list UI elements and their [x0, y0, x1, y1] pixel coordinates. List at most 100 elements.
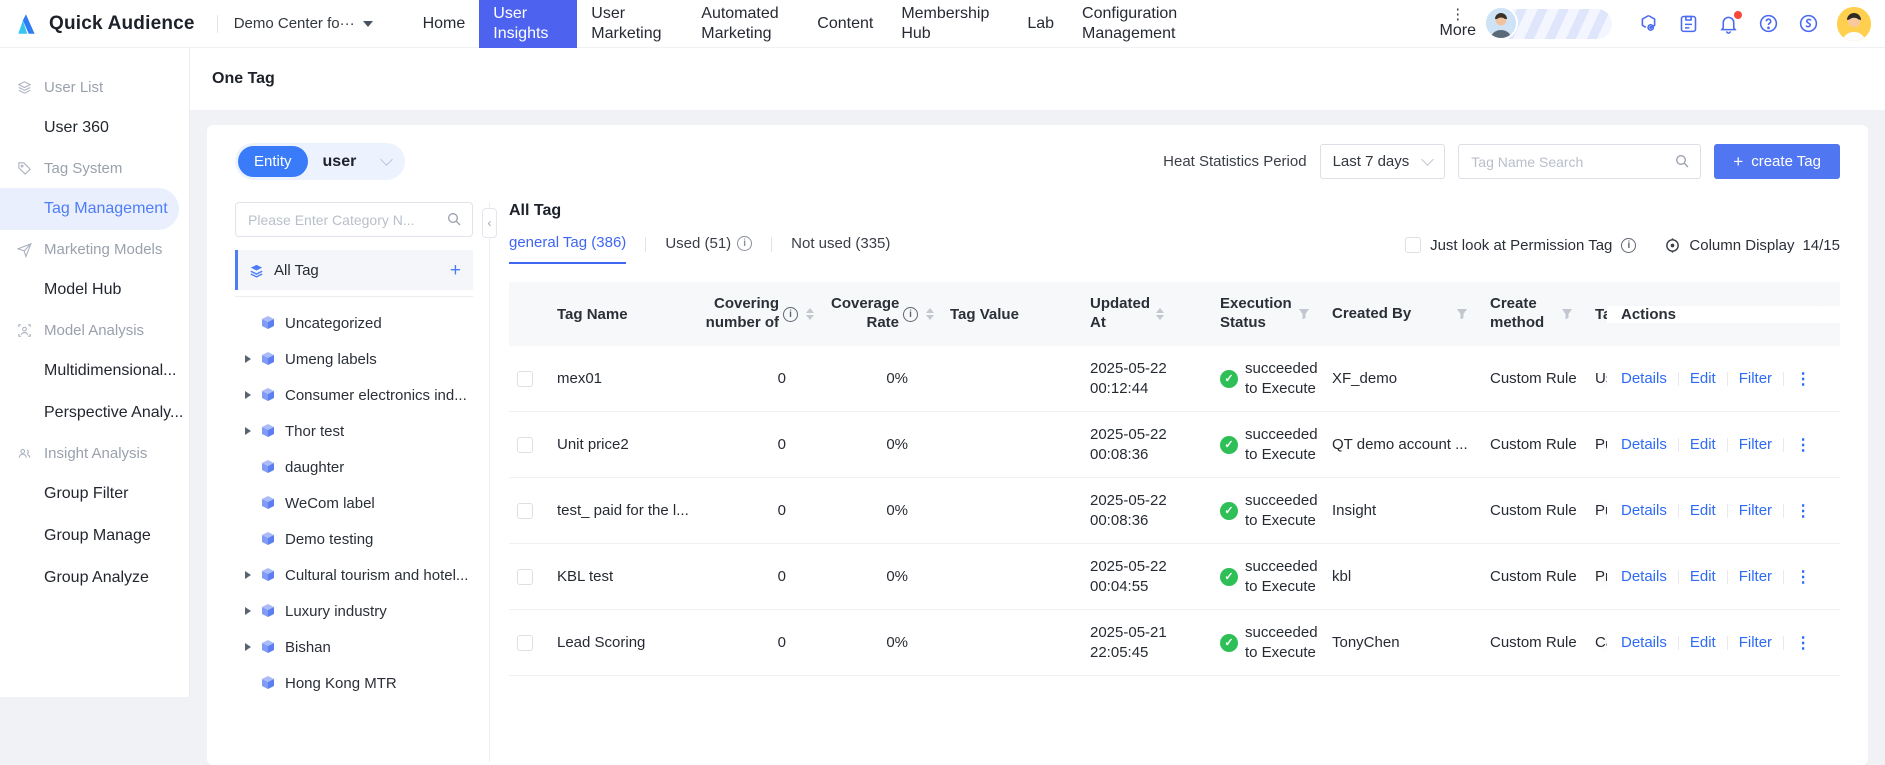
sidebar-section-model-analysis[interactable]: Model Analysis [0, 311, 189, 350]
sidebar-item-user-360[interactable]: User 360 [0, 107, 189, 149]
tree-item[interactable]: Luxury industry [235, 593, 473, 629]
sort-icon[interactable] [926, 308, 934, 320]
table-header-row: Tag Name Covering number of i Coverage R… [509, 282, 1840, 346]
sidebar-item-group-analyze[interactable]: Group Analyze [0, 557, 189, 599]
more-actions-icon[interactable]: ⋮ [1795, 369, 1811, 389]
expand-caret-icon[interactable] [245, 607, 251, 615]
tree-item[interactable]: Cultural tourism and hotel... [235, 557, 473, 593]
tree-item[interactable]: WeCom label [235, 485, 473, 521]
search-icon[interactable] [446, 211, 462, 227]
tab-not-used[interactable]: Not used (335) [791, 235, 890, 263]
edit-link[interactable]: Edit [1690, 568, 1716, 585]
category-search-input[interactable] [235, 202, 473, 237]
notifications-icon[interactable] [1718, 13, 1739, 34]
period-select[interactable]: Last 7 days [1320, 144, 1446, 179]
tree-item[interactable]: Thor test [235, 413, 473, 449]
currency-icon[interactable] [1798, 13, 1819, 34]
details-link[interactable]: Details [1621, 568, 1667, 585]
nav-more[interactable]: ⋮ More [1440, 7, 1476, 40]
expand-caret-icon[interactable] [245, 355, 251, 363]
nav-user-marketing[interactable]: User Marketing [577, 0, 687, 48]
more-actions-icon[interactable]: ⋮ [1795, 435, 1811, 455]
sidebar-item-group-manage[interactable]: Group Manage [0, 515, 189, 557]
sidebar-item-multidimensional[interactable]: Multidimensional... [0, 350, 189, 392]
user-avatar[interactable] [1837, 7, 1871, 41]
tree-item[interactable]: Demo testing [235, 521, 473, 557]
filter-icon[interactable] [1456, 308, 1468, 320]
nav-home[interactable]: Home [409, 0, 480, 48]
info-icon[interactable]: i [737, 236, 752, 251]
sidebar-item-model-hub[interactable]: Model Hub [0, 269, 189, 311]
edit-link[interactable]: Edit [1690, 634, 1716, 651]
details-link[interactable]: Details [1621, 370, 1667, 387]
expand-caret-icon[interactable] [245, 643, 251, 651]
row-checkbox[interactable] [517, 569, 533, 585]
sidebar-item-perspective-analysis[interactable]: Perspective Analy... [0, 392, 189, 434]
tree-item[interactable]: Hong Kong MTR [235, 665, 473, 701]
sidebar-section-tag-system[interactable]: Tag System [0, 149, 189, 188]
sidebar-item-tag-management[interactable]: Tag Management [0, 188, 179, 230]
add-category-button[interactable]: + [450, 261, 461, 280]
nav-automated-marketing[interactable]: Automated Marketing [687, 0, 803, 48]
tree-item[interactable]: Consumer electronics ind... [235, 377, 473, 413]
filter-icon[interactable] [1561, 308, 1573, 320]
help-icon[interactable] [1758, 13, 1779, 34]
sidebar-section-user-list[interactable]: User List [0, 68, 189, 107]
sidebar-item-group-filter[interactable]: Group Filter [0, 473, 189, 515]
more-actions-icon[interactable]: ⋮ [1795, 633, 1811, 653]
brand[interactable]: Quick Audience [14, 11, 195, 37]
sort-icon[interactable] [806, 308, 814, 320]
expand-caret-icon[interactable] [245, 427, 251, 435]
create-tag-button[interactable]: + create Tag [1714, 144, 1840, 179]
row-checkbox[interactable] [517, 371, 533, 387]
nav-membership-hub[interactable]: Membership Hub [887, 0, 1013, 48]
nav-content[interactable]: Content [803, 0, 887, 48]
tasks-icon[interactable] [1678, 13, 1699, 34]
filter-link[interactable]: Filter [1739, 634, 1772, 651]
edit-link[interactable]: Edit [1690, 436, 1716, 453]
info-icon[interactable]: i [1621, 238, 1636, 253]
expand-caret-icon[interactable] [245, 571, 251, 579]
nav-lab[interactable]: Lab [1013, 0, 1068, 48]
column-display-button[interactable]: Column Display 14/15 [1664, 237, 1840, 254]
row-checkbox[interactable] [517, 437, 533, 453]
tag-search-input[interactable] [1458, 144, 1701, 179]
tree-item[interactable]: Uncategorized [235, 305, 473, 341]
filter-link[interactable]: Filter [1739, 370, 1772, 387]
tab-used[interactable]: Used (51)i [665, 235, 752, 263]
tree-item[interactable]: Umeng labels [235, 341, 473, 377]
more-actions-icon[interactable]: ⋮ [1795, 501, 1811, 521]
filter-link[interactable]: Filter [1739, 568, 1772, 585]
sidebar-section-marketing-models[interactable]: Marketing Models [0, 230, 189, 269]
search-icon[interactable] [1674, 153, 1690, 169]
permission-checkbox[interactable] [1405, 237, 1421, 253]
edit-link[interactable]: Edit [1690, 370, 1716, 387]
category-all-tag[interactable]: All Tag + [235, 250, 473, 290]
details-link[interactable]: Details [1621, 634, 1667, 651]
row-checkbox[interactable] [517, 503, 533, 519]
entity-selector[interactable]: Entity user [235, 143, 405, 180]
tree-item[interactable]: daughter [235, 449, 473, 485]
tab-general-tag[interactable]: general Tag (386) [509, 234, 626, 264]
workspace-switcher[interactable]: Demo Center fo··· [234, 15, 373, 32]
settings-icon[interactable] [1638, 13, 1659, 34]
nav-user-insights[interactable]: User Insights [479, 0, 577, 48]
filter-link[interactable]: Filter [1739, 502, 1772, 519]
tree-item[interactable]: Bishan [235, 629, 473, 665]
info-icon[interactable]: i [783, 307, 798, 322]
row-checkbox[interactable] [517, 635, 533, 651]
expand-caret-icon[interactable] [245, 391, 251, 399]
filter-icon[interactable] [1298, 308, 1310, 320]
filter-link[interactable]: Filter [1739, 436, 1772, 453]
details-link[interactable]: Details [1621, 436, 1667, 453]
info-icon[interactable]: i [903, 307, 918, 322]
sort-icon[interactable] [1156, 308, 1164, 320]
edit-link[interactable]: Edit [1690, 502, 1716, 519]
assistant-banner[interactable] [1484, 8, 1612, 40]
brand-logo-icon [14, 11, 40, 37]
collapse-panel-button[interactable]: ‹ [482, 208, 497, 238]
more-actions-icon[interactable]: ⋮ [1795, 567, 1811, 587]
details-link[interactable]: Details [1621, 502, 1667, 519]
sidebar-section-insight-analysis[interactable]: Insight Analysis [0, 434, 189, 473]
nav-configuration-management[interactable]: Configuration Management [1068, 0, 1206, 48]
